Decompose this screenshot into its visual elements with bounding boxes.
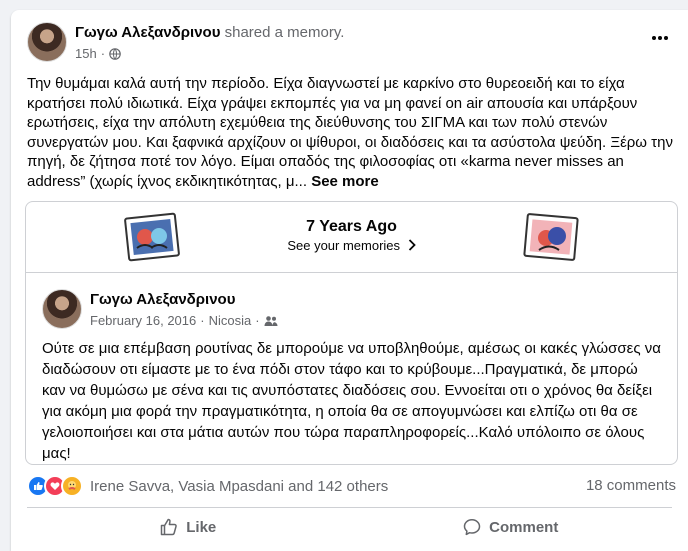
post-actions: Like Comment — [27, 510, 672, 544]
comments-count[interactable]: 18 comments — [586, 477, 676, 494]
thumbs-up-icon — [160, 518, 178, 536]
memory-card: 7 Years Ago See your memories Γωγω Αλεξα… — [25, 201, 678, 465]
author-avatar[interactable] — [27, 22, 67, 62]
care-reaction-icon — [61, 475, 83, 497]
author-name[interactable]: Γωγω Αλεξανδρινου — [75, 24, 220, 41]
like-button[interactable]: Like — [27, 510, 350, 544]
chevron-right-icon — [408, 239, 416, 251]
couple-illustration-icon — [523, 213, 579, 261]
original-post-location[interactable]: Nicosia — [209, 313, 252, 328]
comment-label[interactable]: Comment — [489, 519, 558, 536]
post-meta: 15h · — [75, 46, 121, 61]
original-author-avatar[interactable] — [42, 289, 82, 329]
original-post-meta: February 16, 2016 · Nicosia · — [90, 313, 278, 328]
more-options-icon[interactable] — [648, 28, 672, 48]
author-line: Γωγω Αλεξανδρινου shared a memory. — [75, 24, 344, 41]
globe-icon[interactable] — [109, 47, 121, 60]
see-memories-label[interactable]: See your memories — [287, 238, 400, 253]
like-label[interactable]: Like — [186, 519, 216, 536]
memory-header: 7 Years Ago See your memories — [26, 202, 677, 273]
original-post-text: Ούτε σε μια επέμβαση ρουτίνας δε μπορούμ… — [42, 340, 661, 462]
comment-button[interactable]: Comment — [350, 510, 673, 544]
actions-divider — [27, 507, 672, 508]
original-author-name[interactable]: Γωγω Αλεξανδρινου — [90, 291, 235, 308]
reactions-summary[interactable]: Irene Savva, Vasia Mpasdani and 142 othe… — [27, 475, 388, 497]
friends-icon[interactable] — [264, 315, 278, 327]
comment-bubble-icon — [463, 519, 481, 536]
post-text: Την θυμάμαι καλά αυτή την περίοδο. Είχα … — [27, 74, 675, 191]
see-more-link[interactable]: See more — [311, 173, 379, 190]
post-card: Γωγω Αλεξανδρινου shared a memory. 15h ·… — [11, 10, 688, 551]
post-header: Γωγω Αλεξανδρινου shared a memory. 15h · — [27, 22, 672, 64]
post-time[interactable]: 15h — [75, 46, 97, 61]
original-post-date[interactable]: February 16, 2016 — [90, 313, 196, 328]
post-action-text: shared a memory. — [224, 24, 345, 41]
reacted-by-text[interactable]: Irene Savva, Vasia Mpasdani and 142 othe… — [90, 478, 388, 495]
